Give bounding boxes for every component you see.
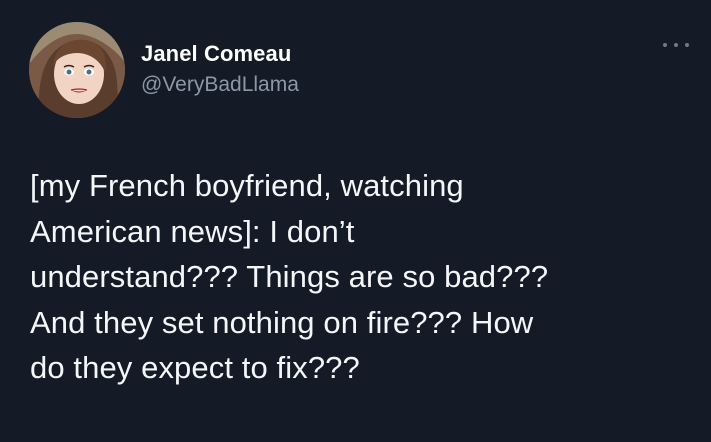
- tweet-text: [my French boyfriend, watching American …: [30, 168, 549, 385]
- author-display-name[interactable]: Janel Comeau: [141, 40, 299, 68]
- author-info: Janel Comeau @VeryBadLlama: [141, 40, 299, 99]
- tweet-card: Janel Comeau @VeryBadLlama [my French bo…: [0, 0, 711, 442]
- more-options-icon[interactable]: [663, 40, 689, 50]
- author-handle[interactable]: @VeryBadLlama: [141, 71, 299, 99]
- more-dot: [663, 43, 667, 47]
- avatar-photo-image: [29, 22, 125, 118]
- more-dot: [685, 43, 689, 47]
- author-avatar[interactable]: [29, 22, 125, 118]
- more-dot: [674, 43, 678, 47]
